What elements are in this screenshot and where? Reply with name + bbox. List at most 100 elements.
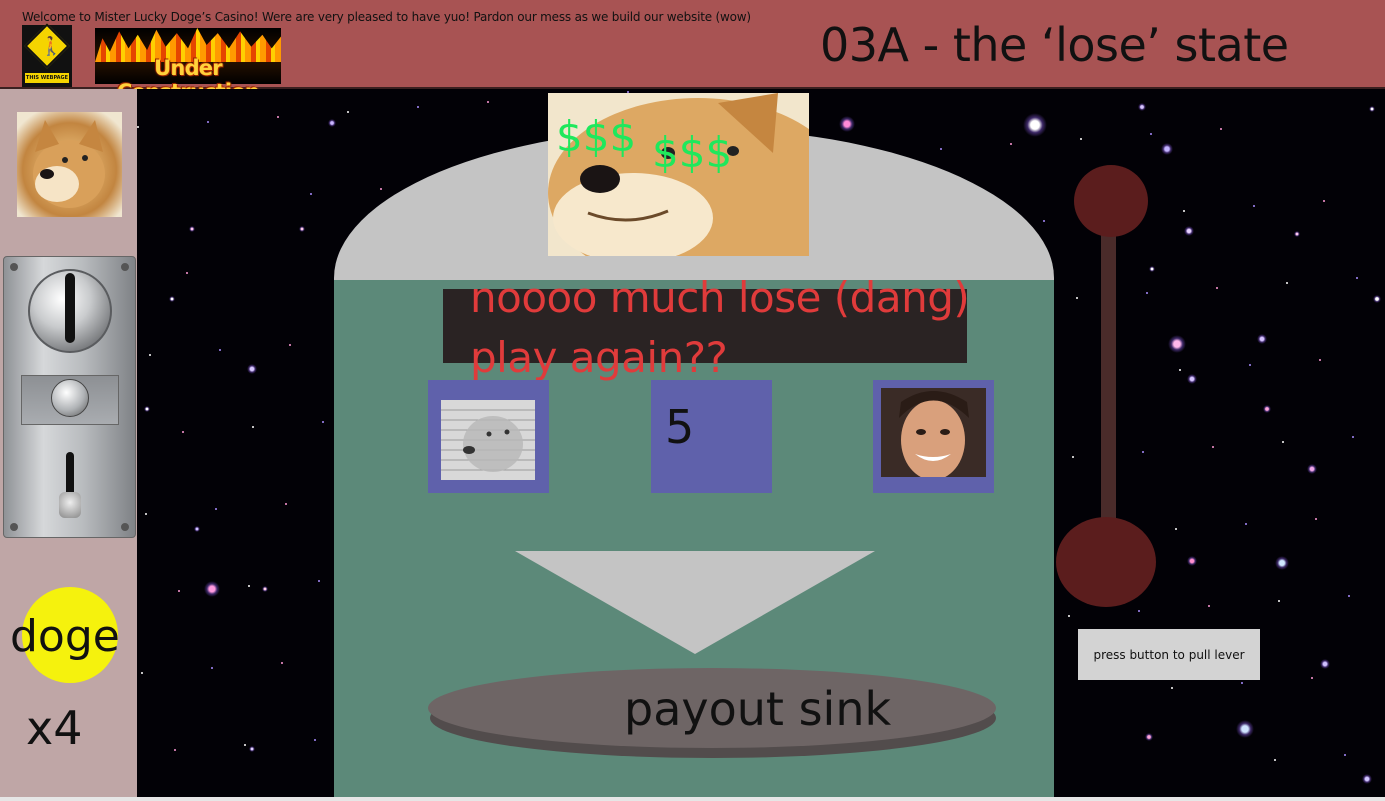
star-dot-icon bbox=[487, 101, 489, 103]
star-dot-icon bbox=[1068, 615, 1070, 617]
star-dot-icon bbox=[174, 749, 176, 751]
lever-track bbox=[1101, 232, 1116, 532]
star-dot-icon bbox=[277, 116, 279, 118]
star-dot-icon bbox=[1282, 441, 1284, 443]
star-dot-icon bbox=[1356, 277, 1358, 279]
star-icon bbox=[1369, 106, 1375, 112]
star-dot-icon bbox=[252, 426, 254, 428]
star-dot-icon bbox=[1274, 759, 1276, 761]
reel-middle: 5 bbox=[651, 380, 772, 493]
bottom-strip bbox=[0, 797, 1385, 801]
star-dot-icon bbox=[1245, 523, 1247, 525]
reel-right bbox=[873, 380, 994, 493]
star-dot-icon bbox=[149, 354, 151, 356]
star-icon bbox=[262, 586, 268, 592]
star-dot-icon bbox=[1179, 369, 1181, 371]
star-dot-icon bbox=[1352, 436, 1354, 438]
star-dot-icon bbox=[244, 744, 246, 746]
star-dot-icon bbox=[1212, 446, 1214, 448]
pedestrian-sign-icon: 🚶 THIS WEBPAGE bbox=[22, 23, 72, 87]
star-dot-icon bbox=[186, 272, 188, 274]
lose-message: noooo much lose (dang) play again?? bbox=[470, 273, 970, 382]
pull-lever-button[interactable]: press button to pull lever bbox=[1078, 629, 1260, 680]
star-dot-icon bbox=[248, 585, 250, 587]
star-dot-icon bbox=[219, 349, 221, 351]
star-icon bbox=[144, 406, 150, 412]
star-icon bbox=[1161, 143, 1173, 155]
star-icon bbox=[328, 119, 336, 127]
star-icon bbox=[1023, 113, 1047, 137]
star-icon bbox=[1184, 226, 1194, 236]
star-icon bbox=[1263, 405, 1271, 413]
star-icon bbox=[1307, 464, 1317, 474]
star-icon bbox=[194, 526, 200, 532]
star-icon bbox=[1145, 733, 1153, 741]
star-icon bbox=[1294, 231, 1300, 237]
star-dot-icon bbox=[1043, 220, 1045, 222]
page-title: 03A - the ‘lose’ state bbox=[820, 18, 1289, 72]
star-dot-icon bbox=[145, 513, 147, 515]
star-icon bbox=[1149, 266, 1155, 272]
star-icon bbox=[1187, 374, 1197, 384]
star-dot-icon bbox=[1076, 297, 1078, 299]
sidebar: doge x4 bbox=[0, 89, 137, 801]
star-icon bbox=[839, 116, 855, 132]
star-icon bbox=[1362, 774, 1372, 784]
star-dot-icon bbox=[1072, 456, 1074, 458]
star-dot-icon bbox=[940, 148, 942, 150]
star-dot-icon bbox=[1241, 682, 1243, 684]
star-dot-icon bbox=[207, 121, 209, 123]
star-dot-icon bbox=[417, 106, 419, 108]
reel-number: 5 bbox=[665, 400, 695, 454]
star-dot-icon bbox=[1253, 205, 1255, 207]
star-dot-icon bbox=[1208, 605, 1210, 607]
star-dot-icon bbox=[318, 580, 320, 582]
star-dot-icon bbox=[1138, 610, 1140, 612]
star-dot-icon bbox=[322, 421, 324, 423]
star-icon bbox=[1320, 659, 1330, 669]
star-dot-icon bbox=[1080, 138, 1082, 140]
star-dot-icon bbox=[1311, 677, 1313, 679]
under-construction-banner: Under Construction bbox=[95, 28, 281, 104]
star-icon bbox=[1257, 334, 1267, 344]
star-icon bbox=[1236, 720, 1254, 738]
star-dot-icon bbox=[141, 672, 143, 674]
star-dot-icon bbox=[285, 503, 287, 505]
coin-return-knob-icon bbox=[51, 379, 89, 417]
dollar-signs-right: $$$ bbox=[652, 128, 733, 177]
star-dot-icon bbox=[1278, 600, 1280, 602]
header: Welcome to Mister Lucky Doge’s Casino! W… bbox=[0, 0, 1385, 104]
nicolas-cage-face-icon bbox=[881, 388, 986, 477]
star-dot-icon bbox=[380, 188, 382, 190]
star-dot-icon bbox=[310, 193, 312, 195]
star-dot-icon bbox=[215, 508, 217, 510]
reel-left bbox=[428, 380, 549, 493]
star-dot-icon bbox=[211, 667, 213, 669]
lever-knob-top[interactable] bbox=[1074, 165, 1148, 237]
star-dot-icon bbox=[281, 662, 283, 664]
welcome-text: Welcome to Mister Lucky Doge’s Casino! W… bbox=[22, 10, 751, 24]
star-dot-icon bbox=[1216, 287, 1218, 289]
doge-reel-image-icon bbox=[441, 400, 535, 480]
dollar-signs-left: $$$ bbox=[556, 112, 637, 161]
star-dot-icon bbox=[314, 739, 316, 741]
star-dot-icon bbox=[1286, 282, 1288, 284]
sign-tag: THIS WEBPAGE bbox=[25, 73, 69, 83]
coin-count: x4 bbox=[26, 701, 83, 755]
star-dot-icon bbox=[1142, 451, 1144, 453]
star-dot-icon bbox=[178, 590, 180, 592]
star-dot-icon bbox=[1323, 200, 1325, 202]
coin-slot-icon[interactable] bbox=[3, 256, 136, 538]
lever-knob-bottom bbox=[1056, 517, 1156, 607]
payout-sink-label: payout sink bbox=[624, 682, 892, 736]
coin-label: doge bbox=[10, 611, 120, 662]
star-dot-icon bbox=[182, 431, 184, 433]
star-dot-icon bbox=[137, 126, 139, 128]
star-dot-icon bbox=[1150, 133, 1152, 135]
star-dot-icon bbox=[1348, 595, 1350, 597]
doge-avatar-icon bbox=[17, 112, 122, 217]
star-dot-icon bbox=[1344, 754, 1346, 756]
star-icon bbox=[1187, 556, 1197, 566]
star-icon bbox=[169, 296, 175, 302]
star-dot-icon bbox=[1249, 364, 1251, 366]
